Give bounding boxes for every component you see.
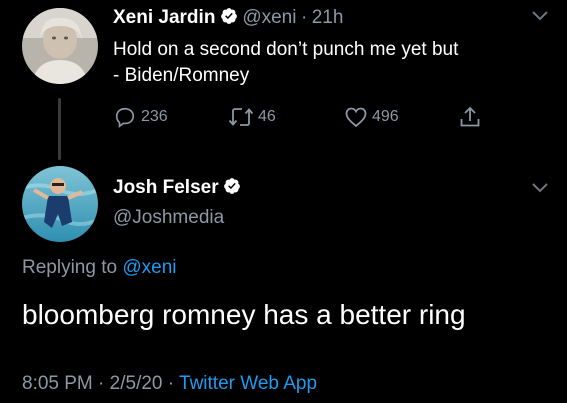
- separator: ·: [167, 373, 175, 394]
- reply-icon: [115, 107, 135, 128]
- tweet-text-line: Hold on a second don’t punch me yet but: [113, 39, 459, 60]
- tweet-time[interactable]: 21h: [312, 7, 344, 28]
- author-name[interactable]: Josh Felser: [113, 177, 219, 198]
- like-icon: [345, 107, 367, 128]
- separator: ·: [300, 7, 308, 28]
- parent-tweet-header: Xeni Jardin @xeni · 21h: [113, 7, 343, 29]
- parent-tweet-text: Hold on a second don’t punch me yet but …: [113, 37, 553, 89]
- verified-badge-icon: [224, 178, 240, 194]
- replying-to: Replying to @xeni: [22, 257, 177, 279]
- verified-badge-icon: [220, 8, 237, 24]
- tweet-meta: 8:05 PM · 2/5/20 · Twitter Web App: [22, 373, 317, 395]
- reply-tweet-text: bloomberg romney has a better ring: [22, 299, 466, 330]
- tweet-date[interactable]: 2/5/20: [110, 373, 163, 394]
- tweet-text-line: - Biden/Romney: [113, 65, 250, 86]
- reply-tweet-header: Josh Felser: [113, 177, 241, 199]
- retweet-count: 46: [258, 108, 276, 125]
- replying-to-label: Replying to: [22, 257, 118, 278]
- josh-avatar[interactable]: [22, 166, 98, 242]
- like-action[interactable]: 496: [344, 106, 399, 128]
- separator: ·: [98, 373, 105, 394]
- retweet-icon: [228, 108, 254, 126]
- chevron-down-icon[interactable]: [531, 182, 549, 194]
- author-name[interactable]: Xeni Jardin: [113, 7, 215, 28]
- author-handle[interactable]: @xeni: [242, 7, 296, 28]
- share-icon: [460, 106, 480, 127]
- author-handle[interactable]: @Joshmedia: [113, 207, 224, 229]
- replying-to-handle[interactable]: @xeni: [122, 257, 176, 278]
- thread-connector-line: [58, 98, 61, 160]
- like-count: 496: [372, 108, 399, 125]
- xeni-avatar[interactable]: [22, 8, 98, 84]
- source-app-link[interactable]: Twitter Web App: [179, 373, 317, 394]
- tweet-time[interactable]: 8:05 PM: [22, 373, 93, 394]
- chevron-down-icon[interactable]: [531, 10, 549, 22]
- reply-action[interactable]: 236: [113, 106, 168, 128]
- reply-count: 236: [141, 108, 168, 125]
- retweet-action[interactable]: 46: [228, 106, 276, 128]
- share-action[interactable]: [459, 106, 485, 128]
